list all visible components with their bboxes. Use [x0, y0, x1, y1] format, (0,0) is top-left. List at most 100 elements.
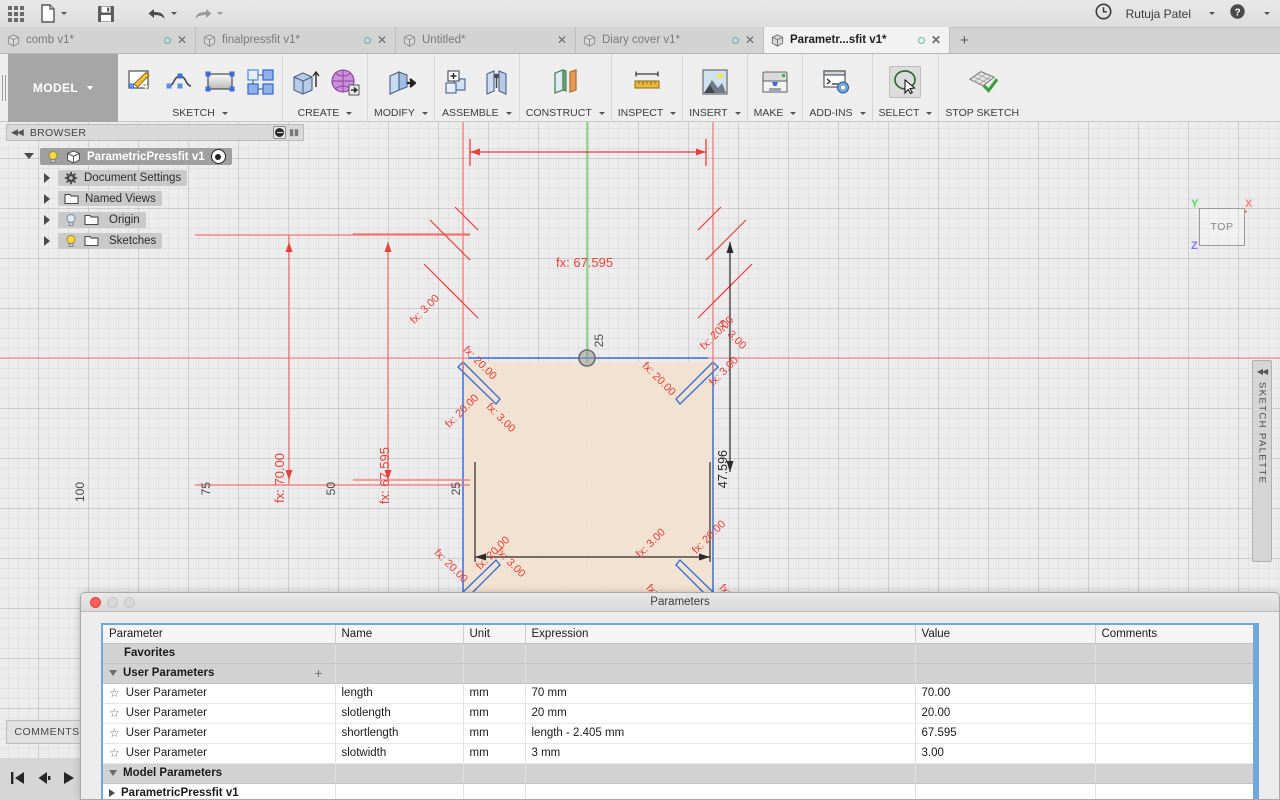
tree-node-origin[interactable]: Origin	[58, 211, 146, 228]
tree-row-named-views[interactable]: Named Views	[6, 188, 304, 209]
sketch-pattern-icon[interactable]	[244, 66, 276, 98]
column-header-expression[interactable]: Expression	[525, 625, 916, 644]
press-pull-icon[interactable]	[385, 66, 417, 98]
cell-expression[interactable]	[525, 783, 916, 799]
cell-unit[interactable]: mm	[463, 743, 526, 764]
collapse-left-icon[interactable]: ◀◀	[11, 127, 24, 138]
table-row[interactable]: ☆ User Parameter slotwidth mm 3 mm 3.00	[103, 743, 1257, 764]
scripts-addins-icon[interactable]	[821, 66, 853, 98]
cell-comments[interactable]	[1095, 683, 1257, 704]
save-icon[interactable]	[89, 0, 123, 28]
chevron-down-icon[interactable]	[24, 151, 35, 162]
favorite-star-icon[interactable]: ☆	[109, 726, 120, 740]
dimension-top-67595[interactable]: fx: 67.595	[556, 255, 613, 270]
light-bulb-icon[interactable]	[64, 234, 78, 248]
chevron-right-icon[interactable]	[42, 214, 53, 225]
table-row[interactable]: ParametricPressfit v1	[103, 783, 1257, 799]
joint-icon[interactable]	[481, 66, 513, 98]
column-header-comments[interactable]: Comments	[1095, 625, 1257, 644]
add-parameter-button[interactable]: +	[314, 665, 322, 681]
tree-node-named-views[interactable]: Named Views	[58, 191, 162, 206]
cell-unit[interactable]: mm	[463, 703, 526, 724]
visibility-eye-icon[interactable]	[210, 149, 226, 164]
table-row[interactable]: ☆ User Parameter length mm 70 mm 70.00	[103, 683, 1257, 704]
document-tab-finalpressfit[interactable]: finalpressfit v1* ✕	[196, 27, 396, 53]
ribbon-group-label-addins[interactable]: ADD-INS	[809, 105, 866, 119]
tab-close-icon[interactable]: ✕	[745, 33, 755, 47]
tree-node-parametricpressfit[interactable]: ParametricPressfit v1	[40, 148, 232, 165]
select-lasso-icon[interactable]	[889, 65, 922, 98]
jump-to-start-icon[interactable]	[10, 771, 26, 788]
table-row[interactable]: ☆ User Parameter shortlength mm length - …	[103, 723, 1257, 744]
new-component-icon[interactable]	[441, 66, 473, 98]
view-cube-top-face[interactable]: TOP	[1199, 208, 1245, 246]
tree-row-sketches[interactable]: Sketches	[6, 230, 304, 251]
document-tab-parametricpressfit[interactable]: Parametr...sfit v1* ✕	[764, 27, 950, 53]
history-clock-icon[interactable]	[1095, 3, 1112, 25]
insert-image-icon[interactable]	[699, 66, 731, 98]
collapse-left-icon[interactable]: ◀◀	[1257, 367, 1268, 376]
tab-close-icon[interactable]: ✕	[377, 33, 387, 47]
table-row[interactable]: ☆ User Parameter slotlength mm 20 mm 20.0…	[103, 703, 1257, 724]
vertical-scrollbar[interactable]	[1253, 625, 1257, 799]
chevron-right-icon[interactable]	[42, 172, 53, 183]
rectangle-icon[interactable]	[204, 66, 236, 98]
cell-comments[interactable]	[1095, 723, 1257, 744]
favorite-star-icon[interactable]: ☆	[109, 746, 120, 760]
document-tab-comb[interactable]: comb v1* ✕	[0, 27, 196, 53]
apps-grid-icon[interactable]	[0, 0, 32, 28]
cell-name[interactable]: slotwidth	[335, 743, 464, 764]
column-header-parameter[interactable]: Parameter	[103, 625, 336, 644]
view-cube[interactable]: TOP Y X Z	[1191, 198, 1252, 252]
document-tab-untitled[interactable]: Untitled* ✕	[396, 27, 576, 53]
column-header-name[interactable]: Name	[335, 625, 464, 644]
measure-icon[interactable]	[631, 66, 663, 98]
cell-unit[interactable]: mm	[463, 723, 526, 744]
help-menu-chevron-icon[interactable]	[1264, 12, 1270, 15]
cell-unit[interactable]: mm	[463, 683, 526, 704]
driven-dimension-vertical[interactable]: 47.596	[716, 450, 730, 488]
cell-name[interactable]	[335, 783, 464, 799]
step-back-icon[interactable]	[36, 771, 52, 788]
document-tab-diary-cover[interactable]: Diary cover v1* ✕	[576, 27, 764, 53]
cell-name[interactable]: shortlength	[335, 723, 464, 744]
parameters-dialog[interactable]: Parameters Parameter Name Unit Expressio…	[80, 592, 1280, 800]
cell-name[interactable]: slotlength	[335, 703, 464, 724]
comments-panel-button[interactable]: COMMENTS	[6, 720, 88, 744]
sketch-palette-panel[interactable]: ◀◀ SKETCH PALETTE	[1252, 360, 1272, 562]
cell-expression[interactable]: length - 2.405 mm	[525, 723, 916, 744]
ribbon-group-label-modify[interactable]: MODIFY	[374, 105, 428, 119]
cell-unit[interactable]	[463, 783, 526, 799]
help-icon[interactable]: ?	[1229, 3, 1246, 25]
light-bulb-icon[interactable]	[64, 213, 78, 227]
chevron-right-icon[interactable]	[42, 193, 53, 204]
parameters-group-favorites[interactable]: Favorites	[103, 643, 1257, 664]
play-icon[interactable]	[62, 771, 76, 788]
offset-plane-icon[interactable]	[549, 66, 581, 98]
undo-icon[interactable]	[139, 0, 185, 28]
chevron-right-icon[interactable]	[42, 235, 53, 246]
chevron-right-icon[interactable]	[109, 789, 115, 797]
workspace-switcher-button[interactable]: MODEL	[8, 54, 118, 122]
chevron-down-icon[interactable]	[109, 670, 117, 676]
minimize-icon[interactable]	[273, 126, 287, 139]
user-name-label[interactable]: Rutuja Patel	[1126, 7, 1191, 21]
cell-expression[interactable]: 20 mm	[525, 703, 916, 724]
favorite-star-icon[interactable]: ☆	[109, 686, 120, 700]
column-header-value[interactable]: Value	[915, 625, 1096, 644]
mesh-create-icon[interactable]	[329, 66, 361, 98]
redo-icon[interactable]	[185, 0, 231, 28]
stop-sketch-icon[interactable]	[966, 66, 999, 98]
user-menu-chevron-icon[interactable]	[1209, 12, 1215, 15]
new-file-icon[interactable]	[32, 0, 75, 28]
chevron-down-icon[interactable]	[109, 770, 117, 776]
tree-row-document-settings[interactable]: Document Settings	[6, 167, 304, 188]
ribbon-group-label-stop-sketch[interactable]: STOP SKETCH	[945, 105, 1019, 119]
column-header-unit[interactable]: Unit	[463, 625, 526, 644]
tree-row-origin[interactable]: Origin	[6, 209, 304, 230]
ribbon-group-label-assemble[interactable]: ASSEMBLE	[441, 105, 513, 119]
cell-comments[interactable]	[1095, 783, 1257, 799]
cell-expression[interactable]: 70 mm	[525, 683, 916, 704]
parameters-table-container[interactable]: Parameter Name Unit Expression Value Com…	[101, 623, 1259, 799]
panel-grip[interactable]: ▮▮	[289, 127, 299, 138]
